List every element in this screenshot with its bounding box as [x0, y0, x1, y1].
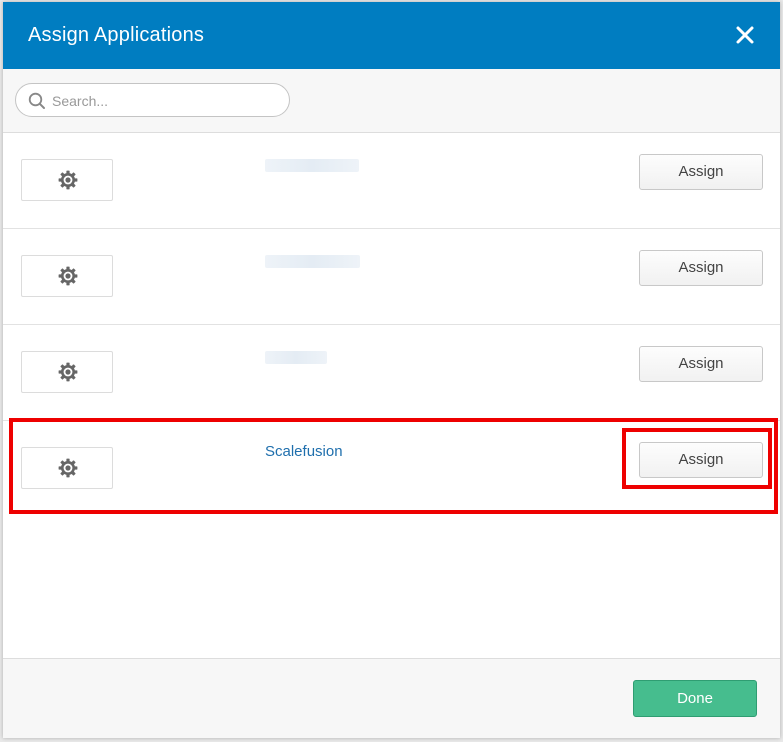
gear-icon [58, 458, 78, 478]
assign-applications-dialog: Assign Applications AssignAssignAssignSc… [3, 2, 780, 738]
app-row: Scalefusion Assign [3, 421, 780, 516]
app-name-redacted [265, 255, 360, 268]
dialog-title: Assign Applications [28, 24, 205, 46]
app-logo [21, 159, 113, 201]
gear-icon [58, 266, 78, 286]
app-logo [21, 351, 113, 393]
done-button[interactable]: Done [633, 680, 757, 717]
app-row: Assign [3, 229, 780, 325]
search-icon [28, 92, 46, 110]
app-name-redacted [265, 351, 327, 364]
app-logo [21, 447, 113, 489]
search-input[interactable] [50, 89, 284, 113]
gear-icon [58, 170, 78, 190]
assign-button[interactable]: Assign [639, 346, 763, 382]
dialog-header: Assign Applications [3, 2, 780, 69]
app-name[interactable]: Scalefusion [265, 443, 343, 460]
app-row: Assign [3, 133, 780, 229]
assign-button[interactable]: Assign [639, 154, 763, 190]
app-row: Assign [3, 325, 780, 421]
assign-button[interactable]: Assign [639, 250, 763, 286]
assign-button[interactable]: Assign [639, 442, 763, 478]
app-name-redacted [265, 159, 359, 172]
search-box [15, 83, 290, 117]
app-logo [21, 255, 113, 297]
dialog-footer: Done [3, 658, 780, 738]
app-list: Assign Assign Assign Scalefusion Assign [3, 133, 780, 516]
gear-icon [58, 362, 78, 382]
close-icon[interactable] [732, 22, 758, 48]
search-bar [3, 69, 780, 133]
